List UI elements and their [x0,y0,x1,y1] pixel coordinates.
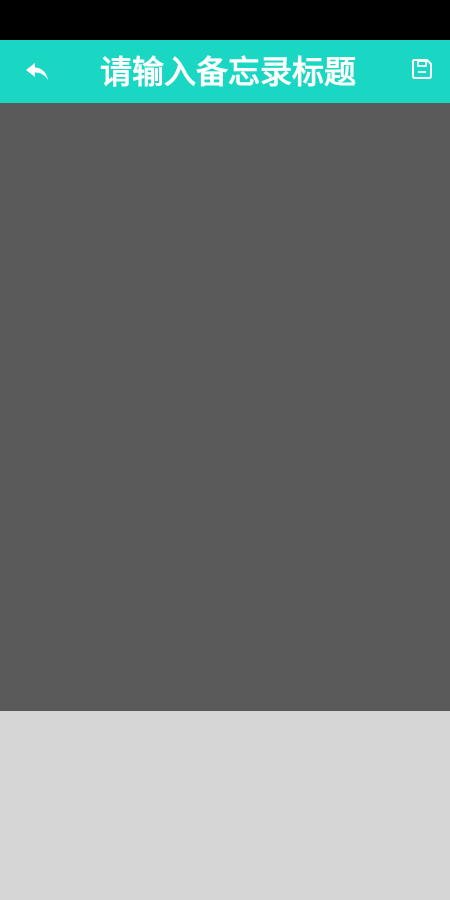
reply-arrow-icon [26,63,48,80]
app-bar [0,40,450,103]
memo-body-textarea[interactable] [0,103,450,711]
memo-title-input[interactable] [78,48,378,96]
memo-editor-screen [0,0,450,900]
back-button[interactable] [18,54,58,90]
save-button[interactable] [408,55,436,83]
bottom-blank-area [0,711,450,900]
status-bar [0,0,450,40]
memo-content-area [0,103,450,711]
floppy-disk-icon [412,59,432,79]
